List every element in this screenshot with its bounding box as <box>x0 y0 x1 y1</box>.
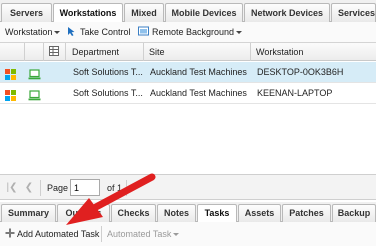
windows-logo-icon <box>5 62 19 83</box>
workstation-cell: KEENAN-LAPTOP <box>257 88 333 98</box>
remote-background-label: Remote Background <box>152 27 235 37</box>
tab-backup[interactable]: Backup <box>332 204 376 222</box>
tab-mobile-devices[interactable]: Mobile Devices <box>165 3 243 22</box>
department-cell: Soft Solutions T... <box>73 88 143 98</box>
top-tab-strip: Servers Workstations Mixed Mobile Device… <box>0 0 376 23</box>
remote-background-icon <box>138 26 149 36</box>
laptop-icon <box>28 62 42 83</box>
header-type-col[interactable] <box>25 43 44 61</box>
windows-logo-icon <box>5 83 19 104</box>
automated-task-menu-label: Automated Task <box>107 229 172 239</box>
header-workstation[interactable]: Workstation <box>251 43 376 61</box>
tab-summary[interactable]: Summary <box>1 204 56 222</box>
tab-tasks[interactable]: Tasks <box>197 204 237 223</box>
chevron-down-icon <box>54 31 61 35</box>
header-status-col[interactable] <box>0 43 25 61</box>
tab-servers[interactable]: Servers <box>1 3 52 22</box>
tab-notes[interactable]: Notes <box>157 204 196 222</box>
department-cell: Soft Solutions T... <box>73 67 143 77</box>
tab-workstations[interactable]: Workstations <box>53 3 123 23</box>
previous-page-icon[interactable]: ❮ <box>22 181 36 195</box>
tab-network-devices[interactable]: Network Devices <box>244 3 330 22</box>
pager-divider <box>126 180 127 196</box>
pager-divider <box>40 180 41 196</box>
workstation-grid: Department Site Workstation Soft Solutio… <box>0 43 376 174</box>
chevron-down-icon <box>173 233 180 237</box>
tab-checks[interactable]: Checks <box>111 204 156 222</box>
take-control-button[interactable]: Take Control <box>66 25 131 40</box>
grid-view-icon <box>49 46 59 56</box>
header-grid-icon-col[interactable] <box>44 43 66 61</box>
header-site[interactable]: Site <box>144 43 251 61</box>
tab-mixed[interactable]: Mixed <box>124 3 164 22</box>
automated-task-menu-button[interactable]: Automated Task <box>107 226 180 242</box>
paging-toolbar: |❮ ❮ Page of 1 <box>0 174 376 200</box>
table-row[interactable]: Soft Solutions T... Auckland Test Machin… <box>0 62 376 83</box>
chevron-down-icon <box>236 31 243 35</box>
take-control-label: Take Control <box>80 27 131 37</box>
workstation-menu-button[interactable]: Workstation <box>5 25 61 40</box>
page-label: Page <box>47 183 69 193</box>
grid-header: Department Site Workstation <box>0 43 376 61</box>
workstation-cell: DESKTOP-0OK3B6H <box>257 67 344 77</box>
page-count-label: of 1 <box>107 183 123 193</box>
take-control-icon <box>68 27 75 36</box>
site-cell: Auckland Test Machines <box>150 88 247 98</box>
tasks-toolbar: Add Automated Task Automated Task <box>0 222 376 246</box>
workstation-menu-label: Workstation <box>5 27 53 37</box>
toolbar: Workstation Take Control Remote Backgrou… <box>0 22 376 43</box>
tab-services[interactable]: Services <box>331 3 376 22</box>
site-cell: Auckland Test Machines <box>150 67 247 77</box>
header-department[interactable]: Department <box>66 43 144 61</box>
tab-outages[interactable]: Outages <box>57 204 110 222</box>
toolbar-divider <box>101 226 102 242</box>
tab-assets[interactable]: Assets <box>238 204 281 222</box>
plus-icon <box>5 228 15 238</box>
detail-tab-strip: Summary Outages Checks Notes Tasks Asset… <box>0 202 376 223</box>
add-automated-task-label: Add Automated Task <box>17 229 100 239</box>
table-row[interactable]: Soft Solutions T... Auckland Test Machin… <box>0 83 376 104</box>
page-number-input[interactable] <box>70 179 100 196</box>
tab-patches[interactable]: Patches <box>282 204 331 222</box>
laptop-icon <box>28 83 42 104</box>
remote-background-button[interactable]: Remote Background <box>138 25 243 40</box>
add-automated-task-button[interactable]: Add Automated Task <box>5 226 99 242</box>
first-page-icon[interactable]: |❮ <box>5 181 19 195</box>
